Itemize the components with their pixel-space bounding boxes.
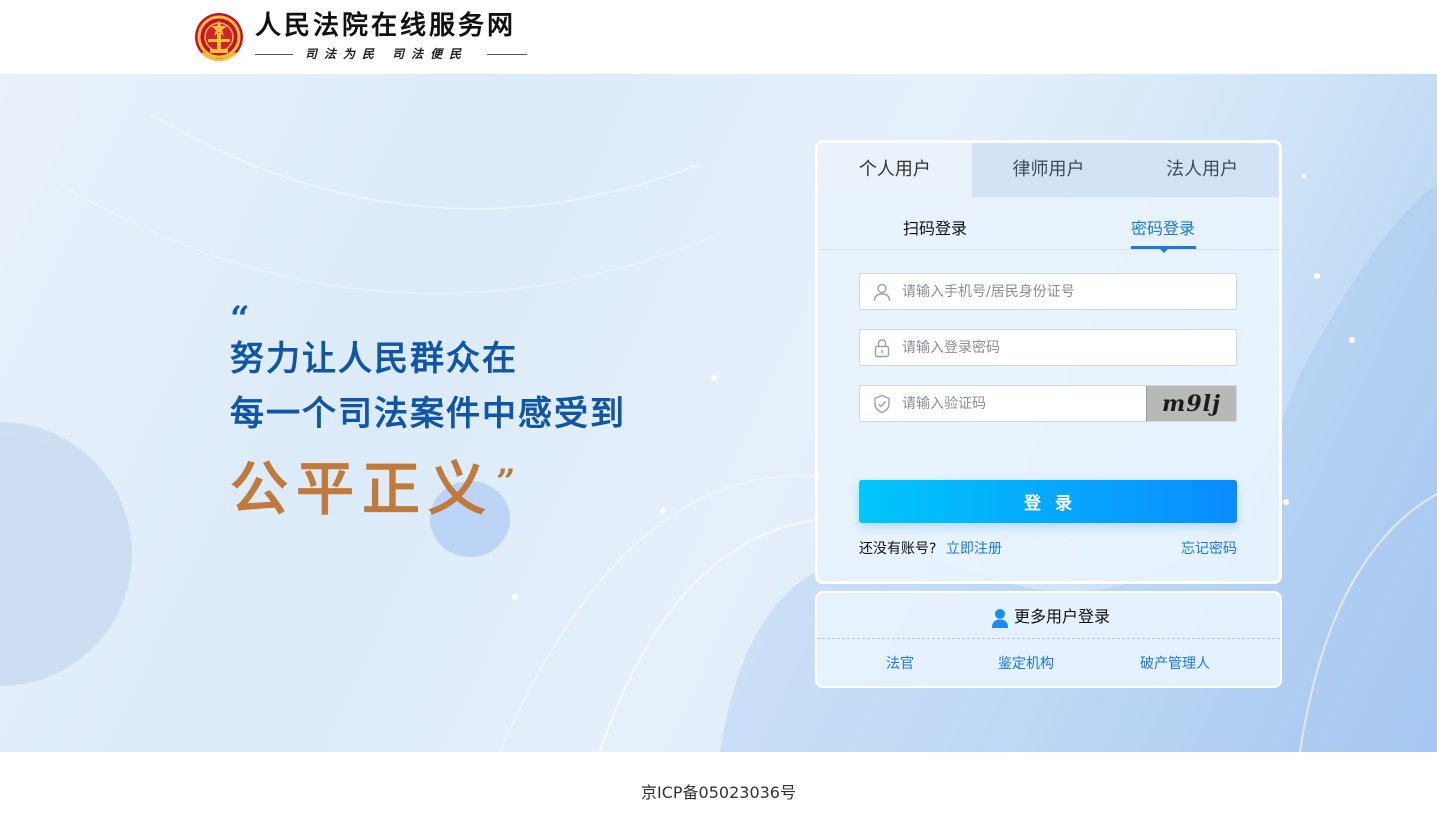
phone-id-input[interactable]: [902, 274, 1222, 309]
more-users-card: 更多用户登录 法官 鉴定机构 破产管理人: [815, 591, 1282, 688]
tab-lawyer-user[interactable]: 律师用户: [972, 143, 1126, 197]
tab-corporate-user[interactable]: 法人用户: [1125, 143, 1279, 197]
quote-open-mark: “: [230, 299, 250, 339]
active-tab-caret: [1160, 249, 1168, 253]
more-users-title: 更多用户登录: [1014, 607, 1111, 626]
site-slogan: 司法为民 司法便民: [255, 45, 527, 63]
forgot-password-link[interactable]: 忘记密码: [1181, 539, 1237, 559]
shield-check-icon: [874, 394, 890, 414]
judge-login-link[interactable]: 法官: [886, 654, 914, 674]
register-link[interactable]: 立即注册: [946, 539, 1002, 559]
tab-individual-user[interactable]: 个人用户: [818, 143, 972, 197]
user-badge-icon: [992, 609, 1008, 628]
captcha-field: m9lj: [859, 385, 1237, 422]
no-account-text: 还没有账号?: [859, 541, 937, 557]
lock-icon: [874, 339, 890, 358]
captcha-image[interactable]: m9lj: [1146, 386, 1236, 421]
more-users-header: 更多用户登录: [817, 593, 1280, 639]
site-title: 人民法院在线服务网: [255, 11, 517, 41]
user-icon: [873, 283, 891, 302]
national-emblem-icon[interactable]: [194, 9, 244, 65]
slogan-divider-right: [487, 54, 527, 55]
user-type-tabs: 个人用户 律师用户 法人用户: [818, 143, 1279, 197]
phone-id-field: [859, 273, 1237, 310]
icp-record-link[interactable]: 京ICP备05023036号: [0, 783, 1437, 803]
hero-quote-line-2: 每一个司法案件中感受到: [230, 394, 626, 434]
captcha-input[interactable]: [902, 386, 1142, 421]
hero-quote-highlight: 公平正义: [230, 455, 495, 523]
tab-qr-login[interactable]: 扫码登录: [903, 219, 967, 239]
login-button[interactable]: 登录: [859, 480, 1237, 523]
password-field: [859, 329, 1237, 366]
slogan-text: 司法为民 司法便民: [305, 47, 469, 61]
appraisal-agency-login-link[interactable]: 鉴定机构: [998, 654, 1054, 674]
bankruptcy-administrator-login-link[interactable]: 破产管理人: [1140, 654, 1210, 674]
login-mode-tabs: 扫码登录 密码登录: [818, 197, 1279, 253]
tab-password-login[interactable]: 密码登录: [1131, 219, 1195, 239]
site-footer: 京ICP备05023036号: [0, 752, 1437, 836]
site-header: 人民法院在线服务网 司法为民 司法便民: [0, 0, 1437, 74]
login-card: 个人用户 律师用户 法人用户 扫码登录 密码登录 请输入手机号/居民身份证号 请…: [815, 140, 1282, 584]
hero-banner: “ 努力让人民群众在 每一个司法案件中感受到 公平正义 ” 个人用户 律师用户 …: [0, 74, 1437, 752]
quote-close-mark: ”: [496, 462, 516, 502]
password-input[interactable]: [902, 330, 1222, 365]
hero-quote-line-1: 努力让人民群众在: [230, 339, 518, 379]
slogan-divider-left: [255, 54, 293, 55]
